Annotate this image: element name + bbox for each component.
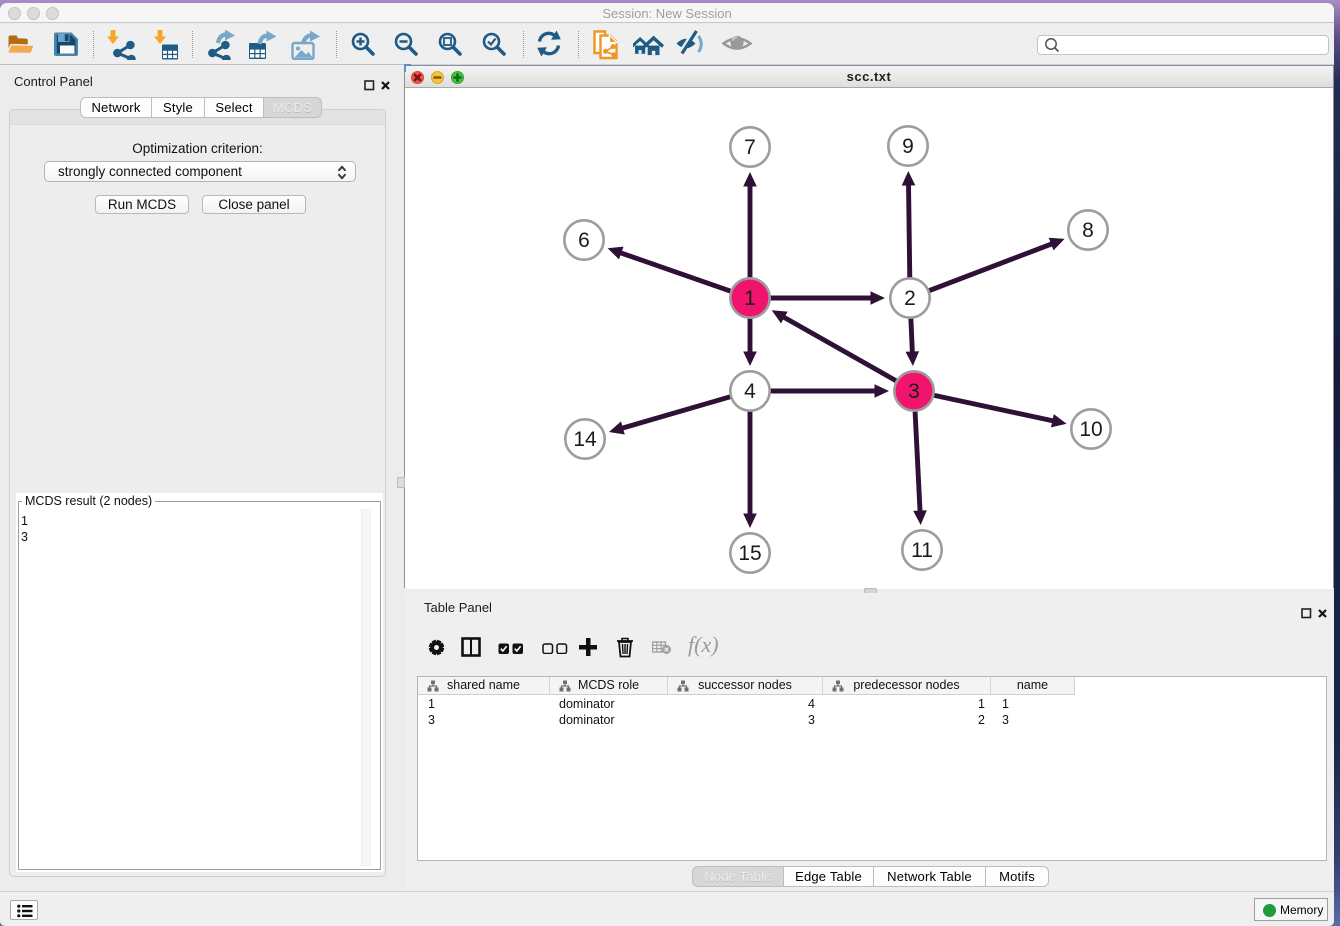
svg-text:7: 7 [744,136,756,159]
svg-text:10: 10 [1079,418,1102,441]
svg-text:4: 4 [744,380,756,403]
svg-text:6: 6 [578,229,590,252]
svg-text:14: 14 [573,428,597,451]
svg-text:2: 2 [904,287,916,310]
svg-text:8: 8 [1082,219,1094,242]
svg-text:3: 3 [908,380,920,403]
svg-text:15: 15 [738,542,761,565]
svg-text:11: 11 [911,539,933,562]
svg-text:9: 9 [902,135,914,158]
svg-text:1: 1 [744,287,756,310]
